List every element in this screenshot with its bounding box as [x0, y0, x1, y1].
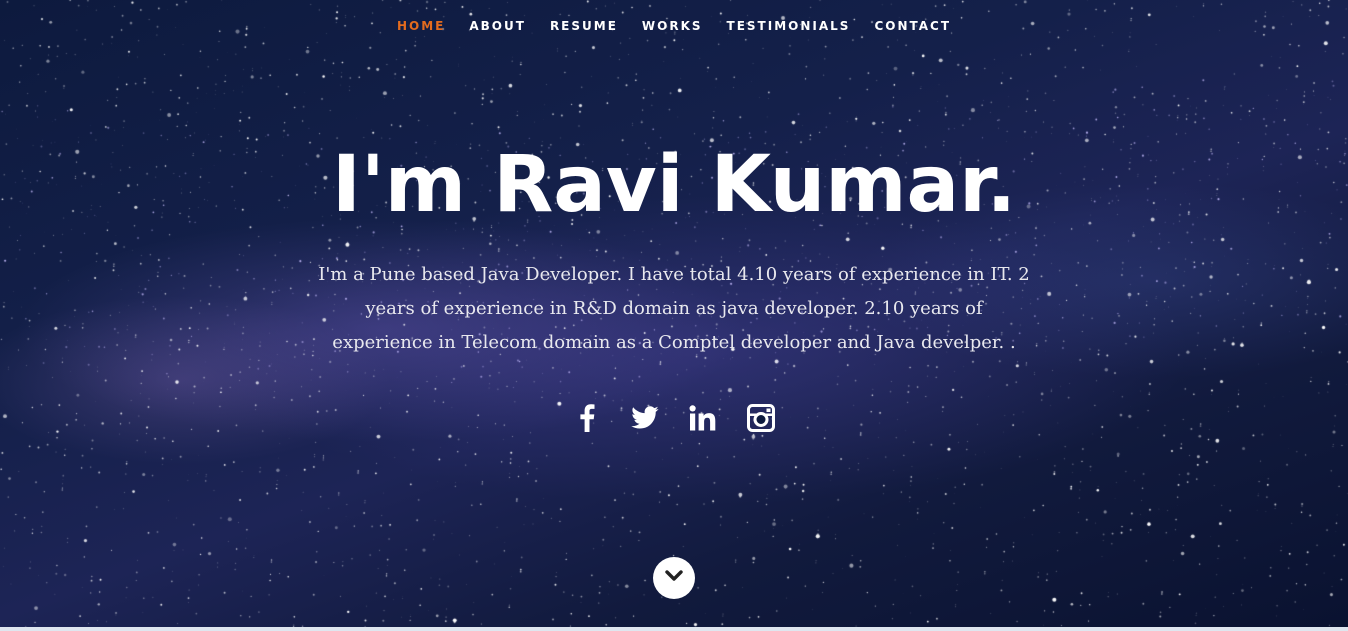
- linkedin-icon: [689, 405, 717, 431]
- nav-item-works[interactable]: WORKS: [630, 19, 715, 33]
- hero-section: HOME ABOUT RESUME WORKS TESTIMONIALS CON…: [0, 0, 1348, 631]
- nav-item-testimonials[interactable]: TESTIMONIALS: [715, 19, 863, 33]
- linkedin-link[interactable]: [687, 400, 719, 436]
- bottom-divider: [0, 627, 1348, 631]
- twitter-icon: [631, 406, 659, 430]
- instagram-link[interactable]: [745, 400, 777, 436]
- intro-text: I'm a Pune based Java Developer. I have …: [318, 264, 1030, 353]
- page-title: I'm Ravi Kumar.: [331, 140, 1017, 230]
- social-links: [0, 400, 1348, 436]
- twitter-link[interactable]: [629, 400, 661, 436]
- nav-item-home[interactable]: HOME: [385, 19, 457, 33]
- nav-item-about[interactable]: ABOUT: [457, 19, 538, 33]
- facebook-link[interactable]: [571, 400, 603, 436]
- facebook-icon: [579, 404, 595, 432]
- chevron-down-icon: [665, 569, 683, 587]
- nav-item-contact[interactable]: CONTACT: [862, 19, 963, 33]
- scroll-down-button[interactable]: [653, 557, 695, 599]
- nav-item-resume[interactable]: RESUME: [538, 19, 630, 33]
- instagram-icon: [747, 404, 775, 432]
- top-nav: HOME ABOUT RESUME WORKS TESTIMONIALS CON…: [0, 0, 1348, 52]
